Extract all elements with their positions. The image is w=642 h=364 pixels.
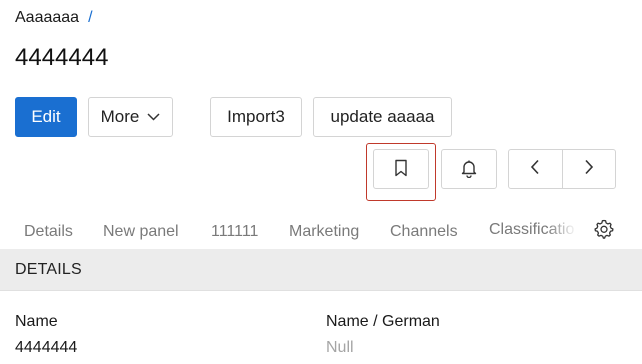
notifications-button[interactable]	[441, 149, 497, 189]
section-title: DETAILS	[15, 261, 82, 278]
tab-settings-button[interactable]	[594, 219, 614, 244]
breadcrumb-item[interactable]: Aaaaaaa	[15, 9, 79, 27]
chevron-right-icon	[584, 159, 594, 180]
tab-classification[interactable]: Classificatio	[489, 221, 577, 239]
bookmark-button[interactable]	[373, 149, 429, 189]
field-label-name-german: Name / German	[326, 313, 440, 330]
import-button[interactable]: Import3	[210, 97, 302, 137]
tab-new-panel[interactable]: New panel	[103, 223, 179, 241]
edit-button[interactable]: Edit	[15, 97, 77, 137]
record-pager	[508, 149, 616, 189]
more-button[interactable]: More	[88, 97, 173, 137]
breadcrumb-separator: /	[88, 9, 93, 26]
tab-marketing[interactable]: Marketing	[289, 223, 359, 241]
bookmark-icon	[394, 159, 408, 180]
tab-111111[interactable]: 111111	[211, 223, 258, 241]
gear-icon	[594, 219, 614, 244]
field-value-name-german: Null	[326, 339, 354, 356]
previous-record-button[interactable]	[509, 150, 562, 188]
tab-bar: Details New panel 111111 Marketing Chann…	[0, 216, 642, 248]
chevron-left-icon	[530, 159, 540, 180]
field-label-name: Name	[15, 313, 58, 330]
chevron-down-icon	[147, 113, 160, 121]
tab-channels[interactable]: Channels	[390, 223, 458, 241]
tab-details[interactable]: Details	[24, 223, 73, 241]
tab-overflow-fade: Classificatio	[489, 221, 577, 245]
next-record-button[interactable]	[561, 150, 616, 188]
bell-icon	[459, 158, 479, 181]
more-button-label: More	[100, 107, 140, 126]
details-section-header: DETAILS	[0, 249, 642, 291]
breadcrumb: Aaaaaaa /	[15, 9, 93, 27]
update-button[interactable]: update aaaaa	[313, 97, 452, 137]
page-title: 4444444	[15, 44, 109, 71]
field-value-name: 4444444	[15, 339, 78, 356]
